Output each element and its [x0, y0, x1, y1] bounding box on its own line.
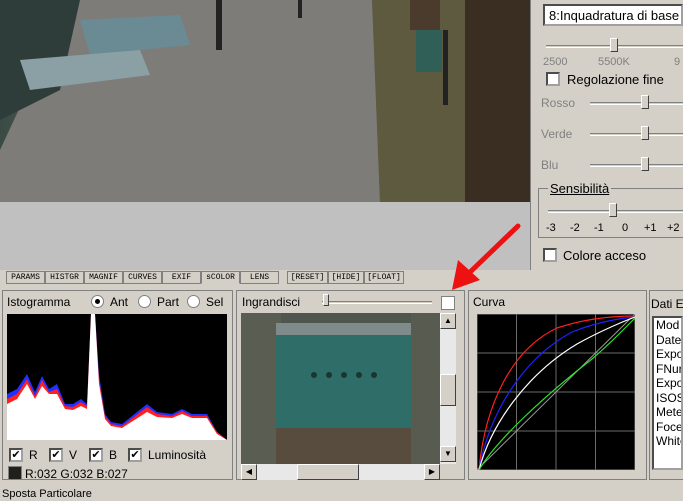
radio-ant-label: Ant — [110, 295, 129, 309]
sens-scale-m3: -3 — [546, 222, 556, 234]
rosso-slider-track[interactable] — [590, 102, 683, 105]
exif-field: Expo — [656, 376, 683, 390]
tab-magnif[interactable]: MAGNIF — [84, 271, 123, 284]
sens-scale-0: 0 — [622, 222, 629, 234]
blu-slider-track[interactable] — [590, 164, 683, 167]
magnifier-zoom-thumb[interactable] — [323, 294, 329, 306]
hide-button[interactable]: [HIDE] — [328, 271, 364, 284]
chk-r[interactable]: ✔ — [9, 448, 23, 462]
exif-list[interactable]: Mod Date Expo FNur Expo ISOS Mete Foce W… — [652, 316, 683, 470]
histogram-graph — [7, 314, 227, 440]
hscroll-left-icon[interactable]: ◀ — [241, 464, 257, 480]
exif-field: ISOS — [656, 390, 683, 405]
chk-r-label: R — [29, 448, 38, 462]
exif-field: Expo — [656, 347, 683, 361]
sens-scale-m2: -2 — [570, 222, 580, 234]
sensibilita-title: Sensibilità — [548, 181, 612, 196]
colore-acceso-checkbox[interactable] — [543, 248, 557, 262]
tab-scolor[interactable]: sCOLOR — [201, 271, 240, 284]
radio-part[interactable] — [138, 295, 151, 308]
wb-scale-min: 2500 — [543, 56, 568, 68]
vscroll-thumb[interactable] — [440, 374, 456, 406]
exif-field: Foce — [656, 419, 683, 434]
exif-field: FNur — [656, 361, 683, 376]
preset-combo[interactable]: 8:Inquadratura di base — [543, 4, 683, 26]
annotation-arrow-icon — [452, 223, 521, 290]
tab-curves[interactable]: CURVES — [123, 271, 162, 284]
vscroll-down-icon[interactable]: ▼ — [440, 446, 456, 462]
wb-scale-mid: 5500K — [598, 56, 630, 68]
wb-slider-thumb[interactable] — [610, 38, 618, 52]
color-swatch — [8, 466, 22, 480]
verde-slider-thumb[interactable] — [641, 126, 649, 140]
magnifier-zoom-track[interactable] — [322, 301, 432, 304]
sensibilita-slider-thumb[interactable] — [609, 203, 617, 217]
regolazione-fine-label: Regolazione fine — [567, 72, 664, 87]
wb-scale-max: 9 — [674, 56, 681, 68]
colore-acceso-label: Colore acceso — [563, 248, 647, 263]
tab-exif[interactable]: EXIF — [162, 271, 201, 284]
curve-graph[interactable] — [477, 314, 635, 470]
chk-luminosita[interactable]: ✔ — [128, 448, 142, 462]
blu-label: Blu — [541, 158, 559, 172]
radio-sel-label: Sel — [206, 295, 224, 309]
rosso-label: Rosso — [541, 96, 576, 110]
chk-luminosita-label: Luminosità — [148, 448, 207, 462]
hscroll-thumb[interactable] — [297, 464, 359, 480]
magnifier-view[interactable] — [241, 313, 440, 464]
chk-b[interactable]: ✔ — [89, 448, 103, 462]
sens-scale-p2: +2 — [667, 222, 680, 234]
status-bar: Sposta Particolare — [2, 488, 92, 500]
chk-b-label: B — [109, 448, 118, 462]
radio-ant[interactable] — [91, 295, 104, 308]
chk-v-label: V — [69, 448, 78, 462]
float-button[interactable]: [FLOAT] — [364, 271, 404, 284]
tab-lens[interactable]: LENS — [240, 271, 279, 284]
regolazione-fine-checkbox[interactable] — [546, 72, 560, 86]
radio-part-label: Part — [157, 295, 180, 309]
tab-params[interactable]: PARAMS — [6, 271, 45, 284]
radio-sel[interactable] — [187, 295, 200, 308]
verde-slider-track[interactable] — [590, 133, 683, 136]
exif-field: White — [656, 434, 681, 448]
exif-field: Date — [656, 332, 682, 347]
photo-preview[interactable] — [0, 0, 530, 202]
hscroll-right-icon[interactable]: ▶ — [424, 464, 440, 480]
vscroll-up-icon[interactable]: ▲ — [440, 313, 456, 329]
rgb-readout: R:032 G:032 B:027 — [25, 467, 128, 481]
blu-slider-thumb[interactable] — [641, 157, 649, 171]
rosso-slider-thumb[interactable] — [641, 95, 649, 109]
photo-scene — [0, 0, 530, 202]
exif-field: Mod — [656, 318, 680, 332]
exif-field: Mete — [656, 405, 683, 419]
histogram-title: Istogramma — [7, 295, 71, 309]
reset-button[interactable]: [RESET] — [287, 271, 328, 284]
exif-title: Dati E — [651, 297, 683, 311]
sens-scale-p1: +1 — [644, 222, 657, 234]
tab-histgr[interactable]: HISTGR — [45, 271, 84, 284]
magnifier-title: Ingrandisci — [242, 295, 301, 309]
verde-label: Verde — [541, 127, 573, 141]
chk-v[interactable]: ✔ — [49, 448, 63, 462]
sens-scale-m1: -1 — [594, 222, 604, 234]
